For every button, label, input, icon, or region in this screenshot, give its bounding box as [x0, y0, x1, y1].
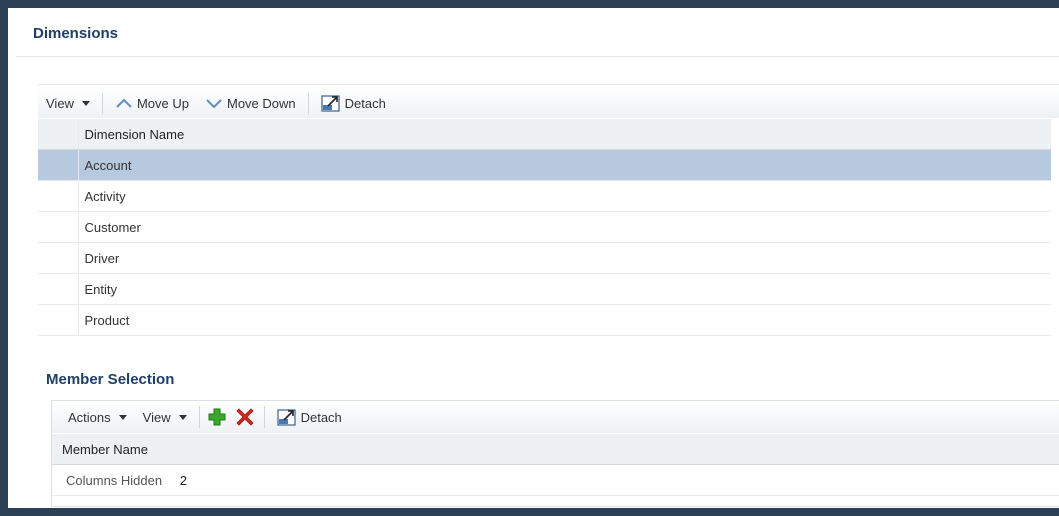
dimension-name-cell[interactable]: Activity — [78, 180, 1051, 212]
divider — [16, 56, 1059, 57]
actions-menu[interactable]: Actions — [52, 401, 135, 433]
row-header-cell — [38, 119, 79, 150]
actions-menu-label: Actions — [68, 409, 111, 425]
row-header-cell — [38, 242, 79, 274]
detach-button[interactable]: Detach — [269, 401, 350, 433]
toolbar-separator — [307, 92, 309, 114]
add-button[interactable] — [204, 401, 230, 433]
view-menu[interactable]: View — [135, 401, 195, 433]
table-row[interactable]: Product — [38, 304, 1051, 336]
columns-hidden-cell: Columns Hidden 2 — [52, 464, 1059, 496]
column-header-member-name[interactable]: Member Name — [52, 434, 1059, 465]
member-table: Member Name Columns Hidden 2 — [52, 434, 1059, 496]
main-panel: Dimensions View Move Up Move Down Detach… — [8, 8, 1059, 508]
chevron-down-icon — [206, 99, 222, 109]
dimension-name-cell[interactable]: Product — [78, 304, 1051, 336]
detach-icon — [321, 95, 340, 112]
move-down-button[interactable]: Move Down — [197, 88, 304, 118]
chevron-down-icon — [81, 100, 90, 106]
add-icon — [208, 408, 226, 426]
member-selection-title: Member Selection — [46, 371, 175, 388]
table-row[interactable]: Account — [38, 149, 1051, 181]
detach-label: Detach — [344, 95, 386, 111]
table-header-row: Member Name — [52, 434, 1059, 465]
row-header-cell — [38, 304, 79, 336]
view-menu[interactable]: View — [38, 88, 98, 118]
row-header-cell — [38, 180, 79, 212]
move-up-button[interactable]: Move Up — [107, 88, 197, 118]
toolbar-separator — [263, 405, 265, 429]
chevron-down-icon — [118, 414, 127, 420]
chevron-down-icon — [178, 414, 187, 420]
toolbar-separator — [101, 92, 103, 114]
table-row[interactable]: Activity — [38, 180, 1051, 212]
column-header-dimension-name[interactable]: Dimension Name — [78, 119, 1051, 150]
dimension-name-cell[interactable]: Entity — [78, 273, 1051, 305]
detach-button[interactable]: Detach — [313, 88, 394, 118]
table-row[interactable]: Driver — [38, 242, 1051, 274]
dimension-name-cell[interactable]: Customer — [78, 211, 1051, 243]
row-header-cell — [38, 273, 79, 305]
detach-icon — [276, 409, 296, 426]
dimensions-table: Dimension Name Account Activity Customer… — [38, 119, 1051, 336]
dimensions-toolbar: View Move Up Move Down Detach — [38, 88, 1059, 118]
dimensions-title: Dimensions — [33, 25, 119, 42]
move-up-label: Move Up — [136, 95, 189, 111]
delete-icon — [236, 408, 254, 426]
member-selection-panel: Actions View Detach Member Name Columns … — [51, 400, 1059, 507]
row-header-cell — [38, 149, 79, 181]
divider — [38, 84, 1059, 85]
table-row[interactable]: Customer — [38, 211, 1051, 243]
chevron-up-icon — [116, 98, 132, 108]
table-row[interactable]: Entity — [38, 273, 1051, 305]
delete-button[interactable] — [230, 401, 260, 433]
member-selection-toolbar: Actions View Detach — [52, 401, 1059, 433]
view-menu-label: View — [46, 95, 74, 111]
toolbar-separator — [198, 405, 200, 429]
row-header-cell — [38, 211, 79, 243]
detach-label: Detach — [300, 409, 342, 425]
move-down-label: Move Down — [226, 95, 296, 111]
dimension-name-cell[interactable]: Driver — [78, 242, 1051, 274]
table-header-row: Dimension Name — [38, 119, 1051, 150]
columns-hidden-count: 2 — [179, 472, 187, 488]
view-menu-label: View — [142, 409, 171, 425]
dimension-name-cell[interactable]: Account — [78, 149, 1051, 181]
columns-hidden-row: Columns Hidden 2 — [52, 464, 1059, 496]
columns-hidden-label: Columns Hidden — [66, 472, 163, 488]
